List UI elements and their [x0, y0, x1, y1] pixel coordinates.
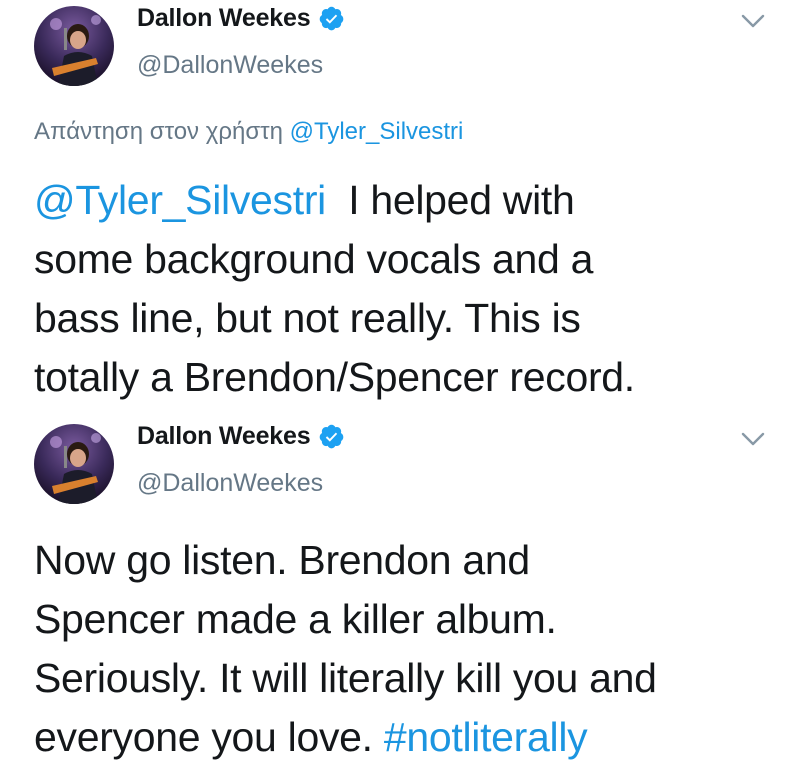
- author-avatar[interactable]: [34, 424, 114, 504]
- tweet-text-line-content: everyone you love.: [34, 714, 373, 760]
- tweet-text-line: some background vocals and a: [34, 236, 594, 282]
- author-display-name[interactable]: Dallon Weekes: [137, 4, 311, 33]
- verified-badge-icon: [318, 423, 345, 450]
- author-name-row[interactable]: Dallon Weekes: [137, 4, 345, 33]
- tweet-text-line: bass line, but not really. This is: [34, 295, 581, 341]
- author-avatar[interactable]: [34, 6, 114, 86]
- author-name-row[interactable]: Dallon Weekes: [137, 422, 345, 451]
- tweet-text-line-content: I helped with: [348, 177, 575, 223]
- tweet-text: Now go listen. Brendon and Spencer made …: [34, 531, 774, 767]
- tweet-text-line: Seriously. It will literally kill you an…: [34, 655, 657, 701]
- chevron-down-icon[interactable]: [740, 430, 766, 448]
- author-handle[interactable]: @DallonWeekes: [137, 51, 323, 80]
- tweet-text-line: Now go listen. Brendon and: [34, 537, 530, 583]
- reply-context-prefix: Απάντηση στον χρήστη: [34, 118, 283, 145]
- verified-badge-icon: [318, 5, 345, 32]
- author-display-name[interactable]: Dallon Weekes: [137, 422, 311, 451]
- reply-context: Απάντηση στον χρήστη @Tyler_Silvestri: [34, 118, 463, 146]
- tweet-text-line: Spencer made a killer album.: [34, 596, 557, 642]
- tweet-text-line: everyone you love. #notliterally: [34, 708, 774, 767]
- reply-context-mention-link[interactable]: @Tyler_Silvestri: [290, 118, 464, 145]
- tweet-text: @Tyler_Silvestri I helped with some back…: [34, 171, 774, 407]
- tweet-text-line: totally a Brendon/Spencer record.: [34, 354, 635, 400]
- chevron-down-icon[interactable]: [740, 12, 766, 30]
- author-handle[interactable]: @DallonWeekes: [137, 469, 323, 498]
- tweet-text-line: @Tyler_Silvestri I helped with: [34, 171, 774, 230]
- mention-link[interactable]: @Tyler_Silvestri: [34, 177, 326, 223]
- hashtag-link[interactable]: #notliterally: [384, 714, 588, 760]
